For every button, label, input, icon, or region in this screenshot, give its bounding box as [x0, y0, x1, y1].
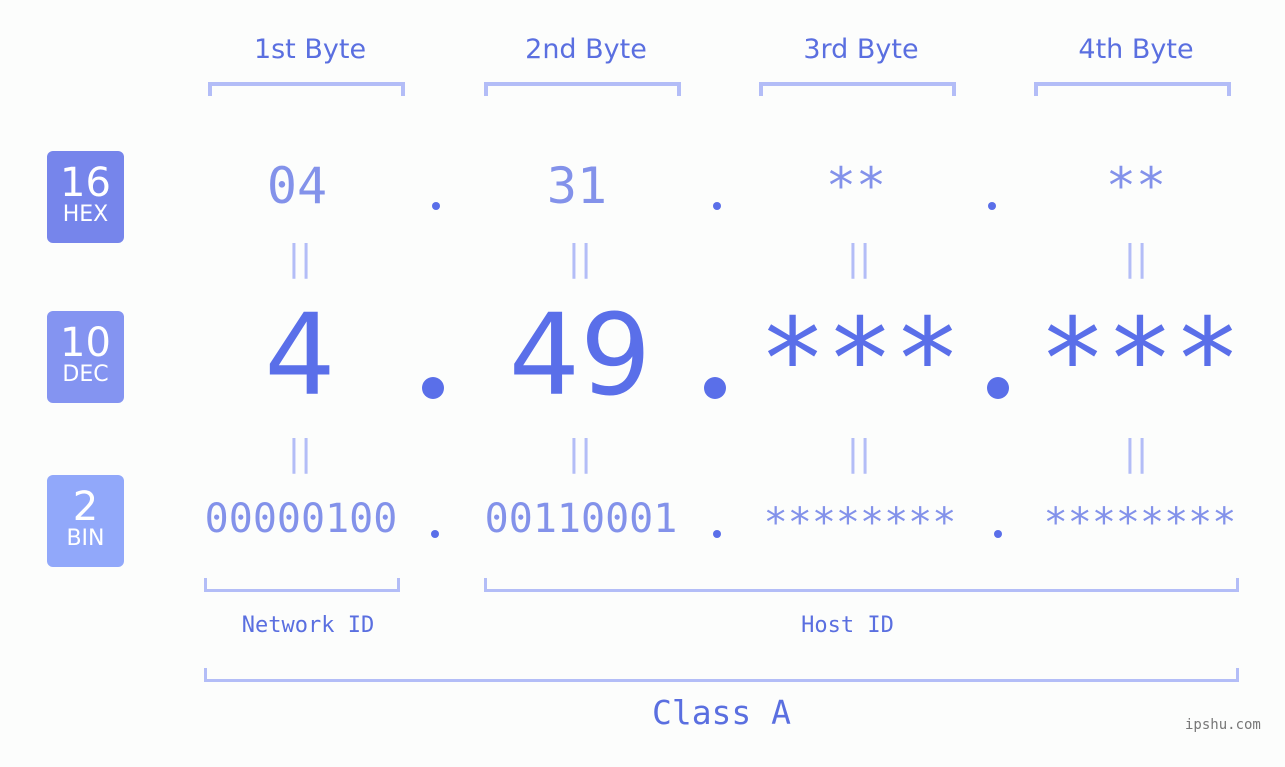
dec-separator-3 — [987, 377, 1009, 399]
equals-dec-bin-4: || — [1123, 433, 1149, 474]
dec-value-2: 49 — [508, 291, 652, 421]
hex-badge: 16 HEX — [47, 151, 124, 243]
network-id-label: Network ID — [241, 613, 375, 638]
host-id-label: Host ID — [801, 613, 894, 638]
class-label: Class A — [651, 693, 792, 732]
equals-dec-bin-2: || — [567, 433, 593, 474]
byte-bracket-4 — [1034, 82, 1231, 96]
hex-base: 16 — [60, 160, 111, 206]
hex-label: HEX — [62, 202, 109, 227]
hex-value-2: 31 — [546, 157, 608, 215]
watermark: ipshu.com — [1185, 717, 1261, 733]
hex-separator-3 — [988, 202, 996, 210]
bin-value-4: ******** — [1043, 500, 1237, 546]
equals-dec-bin-3: || — [846, 433, 872, 474]
bin-separator-3 — [994, 530, 1002, 538]
dec-base: 10 — [60, 320, 111, 366]
byte-header-2: 2nd Byte — [525, 34, 647, 65]
hex-value-3: ** — [825, 157, 887, 215]
bin-separator-1 — [431, 530, 439, 538]
byte-header-1: 1st Byte — [253, 34, 367, 65]
bin-value-2: 00110001 — [484, 496, 678, 542]
dec-badge: 10 DEC — [47, 311, 124, 403]
byte-bracket-2 — [484, 82, 681, 96]
bin-separator-2 — [713, 530, 721, 538]
host-id-bracket — [484, 578, 1239, 592]
bin-badge: 2 BIN — [47, 475, 124, 567]
hex-value-4: ** — [1105, 157, 1167, 215]
class-bracket — [204, 668, 1239, 682]
dec-value-1: 4 — [264, 291, 336, 421]
dec-separator-2 — [704, 377, 726, 399]
equals-hex-dec-2: || — [567, 238, 593, 279]
hex-separator-2 — [713, 202, 721, 210]
hex-value-1: 04 — [266, 157, 328, 215]
dec-value-3: *** — [758, 295, 962, 425]
bin-value-1: 00000100 — [204, 496, 398, 542]
bin-base: 2 — [72, 484, 99, 530]
bin-label: BIN — [66, 526, 105, 551]
dec-value-4: *** — [1038, 295, 1242, 425]
network-id-bracket — [204, 578, 400, 592]
dec-label: DEC — [62, 362, 109, 387]
byte-bracket-3 — [759, 82, 956, 96]
hex-separator-1 — [432, 202, 440, 210]
equals-dec-bin-1: || — [287, 433, 313, 474]
byte-header-3: 3rd Byte — [803, 34, 919, 65]
equals-hex-dec-3: || — [846, 238, 872, 279]
dec-separator-1 — [422, 377, 444, 399]
bin-value-3: ******** — [763, 500, 957, 546]
byte-bracket-1 — [208, 82, 405, 96]
equals-hex-dec-4: || — [1123, 238, 1149, 279]
byte-header-4: 4th Byte — [1078, 34, 1194, 65]
equals-hex-dec-1: || — [287, 238, 313, 279]
